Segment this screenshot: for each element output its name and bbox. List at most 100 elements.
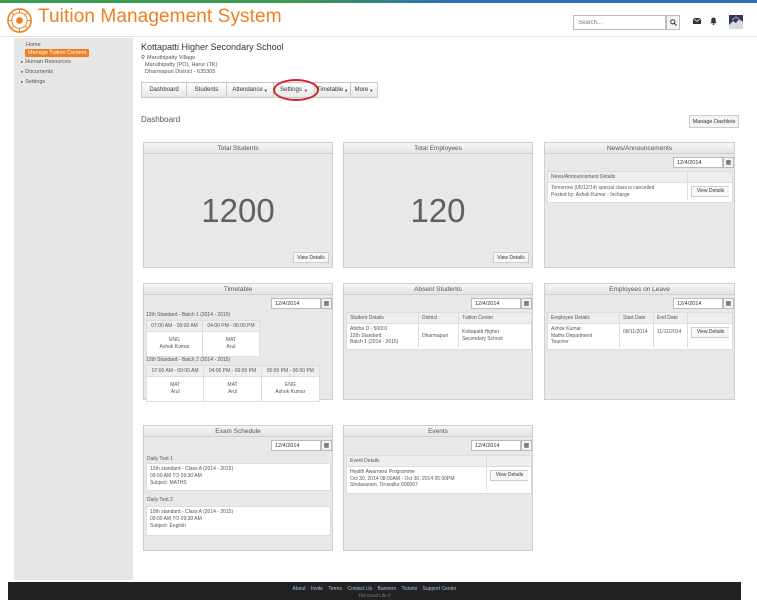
footer-link-contact-us[interactable]: Contact Us [347,586,372,592]
test-label: Daily Test 1 [147,456,173,462]
footer-link-support-center[interactable]: Support Center [423,586,457,592]
page-title: Dashboard [141,115,181,124]
table-row: Tomorrow (05/12/14) special class is can… [548,183,732,200]
calendar-icon[interactable]: ▦ [521,298,532,309]
date-input[interactable]: 12/4/2014 [471,440,521,451]
date-input[interactable]: 12/4/2014 [271,440,321,451]
tab-students[interactable]: Students [186,82,226,98]
footer-link-tickets[interactable]: Tickets [402,586,418,592]
timetable-slot: 07:00 AM - 09:00 AM MAT Arul [147,366,205,401]
panel-title: Total Students [144,143,332,154]
map-marker-icon: ⚲ [141,55,146,61]
view-details-button[interactable]: View Details [293,252,329,263]
mail-icon[interactable] [693,18,701,24]
date-input[interactable]: 12/4/2014 [673,157,723,168]
caret-right-icon: ▸ [21,79,24,84]
view-details-button[interactable]: View Details [493,252,529,263]
news-table: News/Announcement Details Tomorrow (05/1… [547,171,733,203]
footer-link-invite[interactable]: Invite [311,586,323,592]
user-avatar[interactable] [729,15,743,29]
timetable-grid: 07:00 AM - 09:00 AM MAT Arul 04:00 PM - 06… [146,365,320,402]
panel-title: News/Announcements [545,143,734,154]
school-address-line-3: Dharmapuri District - 635305 [145,69,216,75]
sidebar-item-settings[interactable]: ▸ Settings [21,79,45,85]
tab-dashboard[interactable]: Dashboard [141,82,186,98]
timetable-slot: 05:00 PM - 06:00 PM ENG Ashok Kumar [261,366,320,401]
sidebar-item-home[interactable]: Home [26,42,41,48]
sidebar: Home Manage Tuition Centers ▸ Human Resou… [14,38,133,580]
absent-students-panel: Absent Students 12/4/2014 ▦ Student Deta… [343,283,533,400]
calendar-icon[interactable]: ▦ [723,298,734,309]
highlight-annotation-circle [273,79,319,101]
calendar-icon[interactable]: ▦ [723,157,734,168]
tab-more[interactable]: More ▼ [350,82,378,98]
search-icon [669,19,677,26]
chevron-down-icon: ▼ [263,87,268,93]
logo-icon [7,8,32,33]
school-name: Kottapatti Higher Secondary School [141,42,284,52]
table-row: Health Awarness Programme Oct 30, 2014 08… [347,467,531,491]
total-students-panel: Total Students 1200 View Details [143,142,333,268]
employees-on-leave-panel: Employees on Leave 12/4/2014 ▦ Employee … [544,283,735,400]
footer-links: About Invite Terms Contact Us Banners Ti… [8,586,741,592]
timetable-grid: 07:00 AM - 09:00 AM ENG Ashok Kumar 04:00 … [146,320,260,357]
date-input[interactable]: 12/4/2014 [271,298,321,309]
panel-title: Absent Students [344,284,532,295]
caret-right-icon: ▸ [21,69,24,74]
manage-dashlets-button[interactable]: Manage Dashlets [689,115,739,128]
exam-schedule-panel: Exam Schedule 12/4/2014 ▦ Daily Test 1 1… [143,425,333,551]
absent-students-table: Student Details District Tuition Center … [346,312,532,350]
panel-title: Employees on Leave [545,284,734,295]
panel-title: Timetable [144,284,332,295]
table-header: News/Announcement Details [548,172,732,183]
tab-attendance[interactable]: Attendance ▼ [226,82,273,98]
timetable-slot: 04:00 PM - 06:00 PM MAT Arul [204,366,262,401]
footer-link-about[interactable]: About [293,586,306,592]
table-header: Student Details District Tuition Center [347,313,531,324]
sidebar-item-human-resources[interactable]: ▸ Human Resources [21,59,71,65]
calendar-icon[interactable]: ▦ [321,298,332,309]
events-panel: Events 12/4/2014 ▦ Event Details Health … [343,425,533,551]
news-panel: News/Announcements 12/4/2014 ▦ News/Anno… [544,142,735,268]
panel-title: Events [344,426,532,437]
test-label: Daily Test 2 [147,497,173,503]
chevron-down-icon: ▼ [344,87,349,93]
bell-icon[interactable] [710,17,717,25]
footer-copyright: The Good Life © [357,593,392,598]
search-button[interactable] [666,15,680,30]
chevron-down-icon: ▼ [369,87,374,93]
footer: About Invite Terms Contact Us Banners Ti… [8,582,741,600]
exam-entry: 10th standard - Class A (2014 - 2015) 09:… [146,506,331,536]
date-input[interactable]: 12/4/2014 [673,298,723,309]
sidebar-item-documents[interactable]: ▸ Documents [21,69,53,75]
events-table: Event Details Health Awarness Programme O… [346,455,532,494]
timetable-slot: 07:00 AM - 09:00 AM ENG Ashok Kumar [147,321,204,356]
total-employees-panel: Total Employees 120 View Details [343,142,533,268]
view-details-button[interactable]: View Details [691,186,729,197]
footer-link-banners[interactable]: Banners [377,586,396,592]
table-header: Employee Details Start Date End Date [548,313,732,324]
panel-title: Exam Schedule [144,426,332,437]
footer-link-terms[interactable]: Terms [328,586,342,592]
app-title: Tuition Management System [38,6,282,27]
table-header: Event Details [347,456,531,467]
school-address-line-2: Maruthipatty (PO), Harur (TK) [145,62,218,68]
batch-label: 12th Standard - Batch 1 (2014 - 2015) [146,312,231,318]
exam-entry: 12th standard - Class A (2014 - 2015) 09:… [146,463,331,491]
sidebar-item-manage-tuition-centers[interactable]: Manage Tuition Centers [25,49,90,57]
search-input[interactable] [573,15,666,30]
total-students-count: 1200 [201,192,275,229]
calendar-icon[interactable]: ▦ [521,440,532,451]
table-row: Ashok Kumar Maths Department Teacher 09/11… [548,324,732,348]
leave-table: Employee Details Start Date End Date Ash… [547,312,733,350]
panel-title: Total Employees [344,143,532,154]
tab-timetable[interactable]: Timetable ▼ [314,82,350,98]
school-address-line-1: ⚲ Maruthipatty Village [141,55,196,61]
view-details-button[interactable]: View Details [490,470,528,481]
date-input[interactable]: 12/4/2014 [471,298,521,309]
table-row: Abitha D - 50001 12th Standard Batch 1 (20… [347,324,531,348]
app-header: Tuition Management System [0,3,757,37]
timetable-panel: Timetable 12/4/2014 ▦ 12th Standard - Ba… [143,283,333,402]
calendar-icon[interactable]: ▦ [321,440,332,451]
view-details-button[interactable]: View Details [691,327,729,338]
